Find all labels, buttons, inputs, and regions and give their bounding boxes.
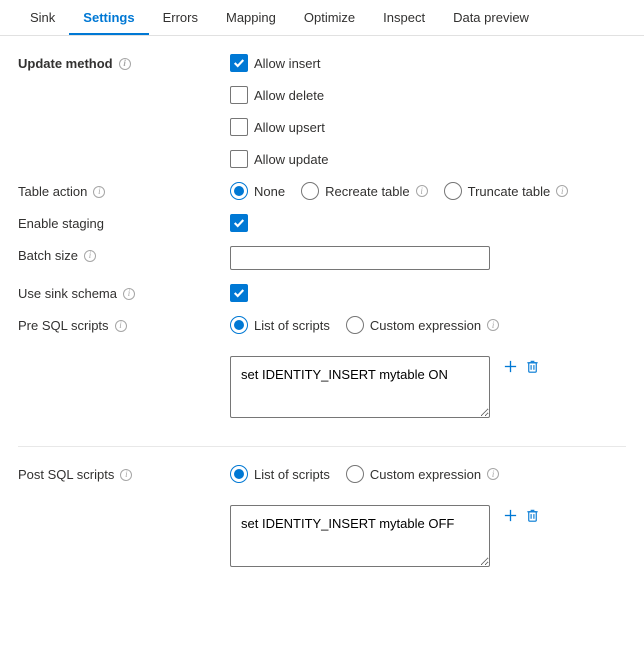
label-pre-sql-custom: Custom expression <box>370 318 481 333</box>
label-post-sql-custom: Custom expression <box>370 467 481 482</box>
radio-table-action-recreate[interactable] <box>301 182 319 200</box>
info-icon[interactable]: i <box>93 186 105 198</box>
tab-optimize[interactable]: Optimize <box>290 0 369 35</box>
divider <box>18 446 626 447</box>
label-enable-staging: Enable staging <box>18 214 230 231</box>
tab-errors[interactable]: Errors <box>149 0 212 35</box>
label-allow-insert: Allow insert <box>254 56 320 71</box>
info-icon[interactable]: i <box>487 468 499 480</box>
label-allow-update: Allow update <box>254 152 328 167</box>
label-batch-size: Batch size i <box>18 246 230 263</box>
checkbox-use-sink-schema[interactable] <box>230 284 248 302</box>
label-post-sql-list: List of scripts <box>254 467 330 482</box>
label-table-action: Table action i <box>18 182 230 199</box>
checkbox-allow-delete[interactable] <box>230 86 248 104</box>
info-icon[interactable]: i <box>84 250 96 262</box>
tab-settings[interactable]: Settings <box>69 0 148 35</box>
label-batch-size-text: Batch size <box>18 248 78 263</box>
radio-table-action-none[interactable] <box>230 182 248 200</box>
tab-data-preview[interactable]: Data preview <box>439 0 543 35</box>
info-icon[interactable]: i <box>487 319 499 331</box>
tab-mapping[interactable]: Mapping <box>212 0 290 35</box>
info-icon[interactable]: i <box>115 320 127 332</box>
radio-pre-sql-list[interactable] <box>230 316 248 334</box>
add-icon[interactable] <box>502 507 518 523</box>
label-enable-staging-text: Enable staging <box>18 216 104 231</box>
label-table-action-text: Table action <box>18 184 87 199</box>
label-update-method: Update method i <box>18 54 230 71</box>
label-table-action-recreate: Recreate table <box>325 184 410 199</box>
input-batch-size[interactable] <box>230 246 490 270</box>
checkbox-allow-update[interactable] <box>230 150 248 168</box>
checkbox-allow-upsert[interactable] <box>230 118 248 136</box>
textarea-pre-sql[interactable] <box>230 356 490 418</box>
tab-inspect[interactable]: Inspect <box>369 0 439 35</box>
radio-table-action-truncate[interactable] <box>444 182 462 200</box>
label-pre-sql: Pre SQL scripts i <box>18 316 230 333</box>
label-post-sql: Post SQL scripts i <box>18 465 230 482</box>
info-icon[interactable]: i <box>123 288 135 300</box>
add-icon[interactable] <box>502 358 518 374</box>
delete-icon[interactable] <box>524 358 540 374</box>
label-table-action-truncate: Truncate table <box>468 184 551 199</box>
radio-pre-sql-custom[interactable] <box>346 316 364 334</box>
label-use-sink-schema-text: Use sink schema <box>18 286 117 301</box>
delete-icon[interactable] <box>524 507 540 523</box>
label-pre-sql-text: Pre SQL scripts <box>18 318 109 333</box>
tab-sink[interactable]: Sink <box>16 0 69 35</box>
label-update-method-text: Update method <box>18 56 113 71</box>
label-use-sink-schema: Use sink schema i <box>18 284 230 301</box>
label-allow-delete: Allow delete <box>254 88 324 103</box>
label-pre-sql-list: List of scripts <box>254 318 330 333</box>
radio-post-sql-list[interactable] <box>230 465 248 483</box>
info-icon[interactable]: i <box>120 469 132 481</box>
label-table-action-none: None <box>254 184 285 199</box>
textarea-post-sql[interactable] <box>230 505 490 567</box>
radio-post-sql-custom[interactable] <box>346 465 364 483</box>
label-post-sql-text: Post SQL scripts <box>18 467 114 482</box>
checkbox-enable-staging[interactable] <box>230 214 248 232</box>
info-icon[interactable]: i <box>416 185 428 197</box>
tab-bar: Sink Settings Errors Mapping Optimize In… <box>0 0 644 36</box>
info-icon[interactable]: i <box>556 185 568 197</box>
info-icon[interactable]: i <box>119 58 131 70</box>
label-allow-upsert: Allow upsert <box>254 120 325 135</box>
checkbox-allow-insert[interactable] <box>230 54 248 72</box>
settings-form: Update method i Allow insert Allow delet… <box>0 36 644 605</box>
